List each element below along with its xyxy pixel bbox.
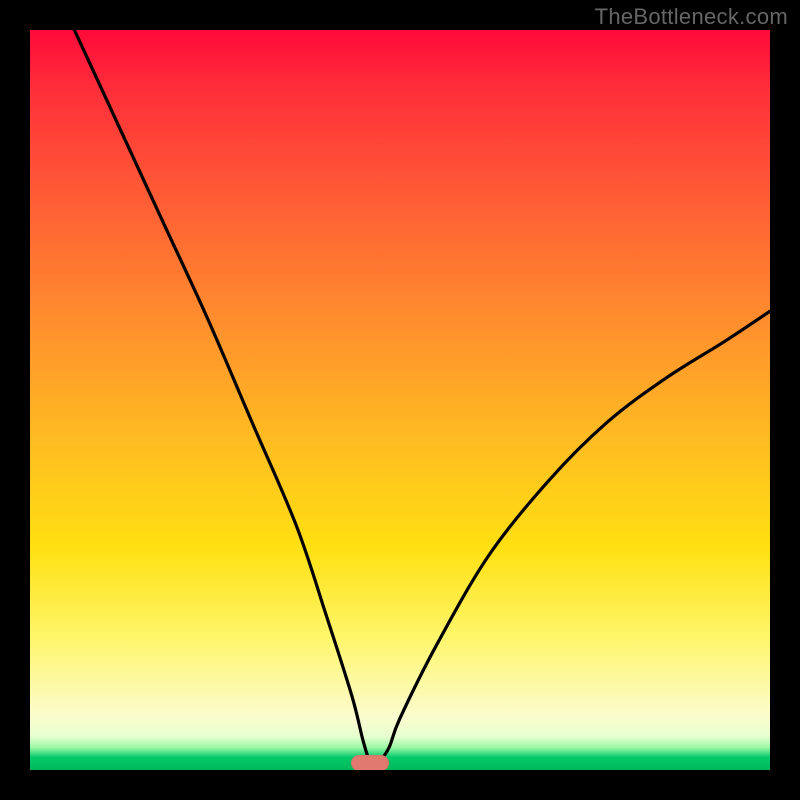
- plot-area: [30, 30, 770, 770]
- bottleneck-curve: [30, 30, 770, 770]
- optimal-point-marker: [351, 755, 389, 770]
- chart-frame: TheBottleneck.com: [0, 0, 800, 800]
- watermark-text: TheBottleneck.com: [595, 4, 788, 30]
